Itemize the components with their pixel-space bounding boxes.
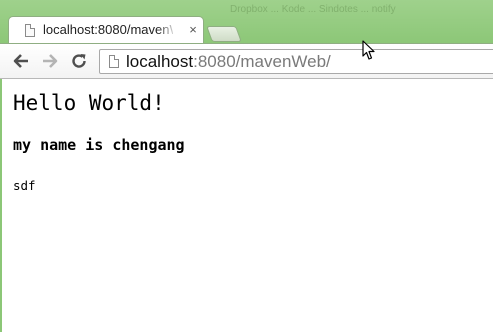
browser-toolbar: localhost:8080/mavenWeb/: [0, 43, 493, 79]
reload-icon: [72, 54, 86, 68]
page-content: Hello World! my name is chengang sdf: [13, 79, 483, 329]
address-bar[interactable]: localhost:8080/mavenWeb/: [99, 49, 493, 74]
mouse-cursor-icon: [362, 40, 375, 60]
tab-title-fade: [157, 20, 177, 40]
background-window-text: Dropbox ... Kode ... Sindotes ... notify: [230, 4, 396, 15]
forward-button[interactable]: [40, 51, 60, 71]
page-heading: Hello World!: [13, 91, 165, 115]
window-titlebar: Dropbox ... Kode ... Sindotes ... notify…: [0, 0, 493, 44]
arrow-right-icon: [43, 54, 58, 68]
tab-close-icon[interactable]: ×: [186, 22, 200, 38]
browser-tab[interactable]: localhost:8080/mavenWeb/ ×: [8, 16, 204, 44]
page-favicon-icon: [25, 24, 35, 37]
new-tab-button[interactable]: [206, 26, 242, 42]
page-paragraph: sdf: [13, 178, 36, 193]
url-path: :8080/mavenWeb/: [193, 52, 331, 71]
address-url: localhost:8080/mavenWeb/: [126, 52, 331, 72]
window-left-frame: [0, 79, 2, 332]
back-button[interactable]: [11, 51, 31, 71]
arrow-left-icon: [13, 54, 28, 68]
url-host: localhost: [126, 52, 194, 71]
reload-button[interactable]: [69, 51, 89, 71]
page-subheading: my name is chengang: [13, 136, 185, 154]
page-icon: [109, 55, 119, 68]
tab-title: localhost:8080/mavenWeb/: [43, 22, 173, 37]
